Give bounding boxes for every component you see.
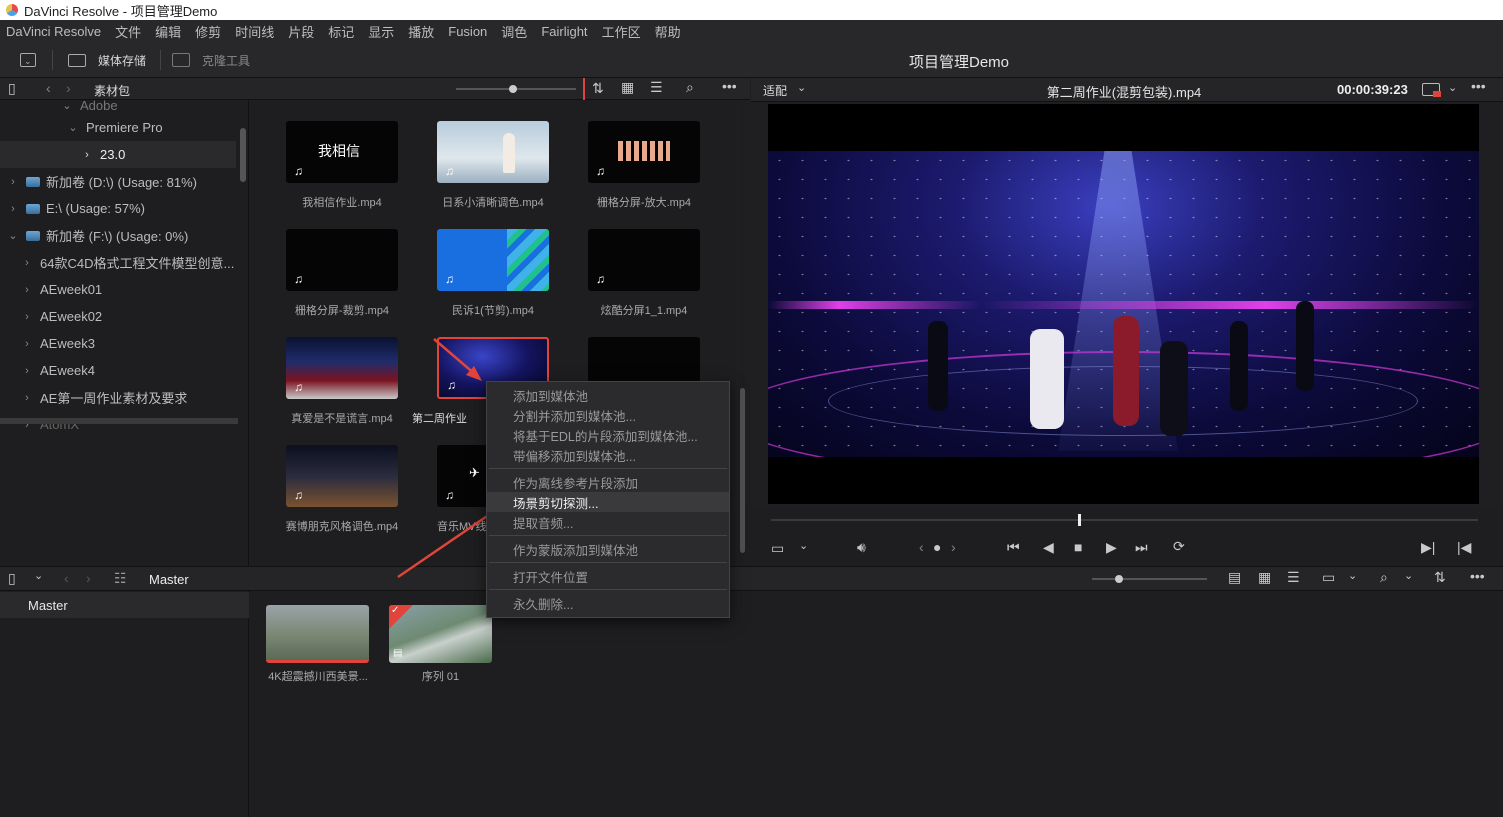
- menu-item-add-to-pool[interactable]: 添加到媒体池: [487, 385, 729, 405]
- context-menu: 添加到媒体池 分割并添加到媒体池... 将基于EDL的片段添加到媒体池... 带…: [486, 381, 730, 618]
- menu-item-split-add[interactable]: 分割并添加到媒体池...: [487, 405, 729, 425]
- annotation-arrows: [397, 338, 504, 579]
- menu-item-offset-add[interactable]: 带偏移添加到媒体池...: [487, 445, 729, 465]
- menu-item-open-location[interactable]: 打开文件位置: [487, 566, 729, 586]
- menu-item-edl-add[interactable]: 将基于EDL的片段添加到媒体池...: [487, 425, 729, 445]
- menu-item-offline-ref[interactable]: 作为离线参考片段添加: [487, 472, 729, 492]
- menu-item-matte-add[interactable]: 作为蒙版添加到媒体池: [487, 539, 729, 559]
- menu-item-delete[interactable]: 永久删除...: [487, 593, 729, 613]
- menu-item-scene-detect[interactable]: 场景剪切探测...: [487, 492, 729, 512]
- menu-item-extract-audio[interactable]: 提取音频...: [487, 512, 729, 532]
